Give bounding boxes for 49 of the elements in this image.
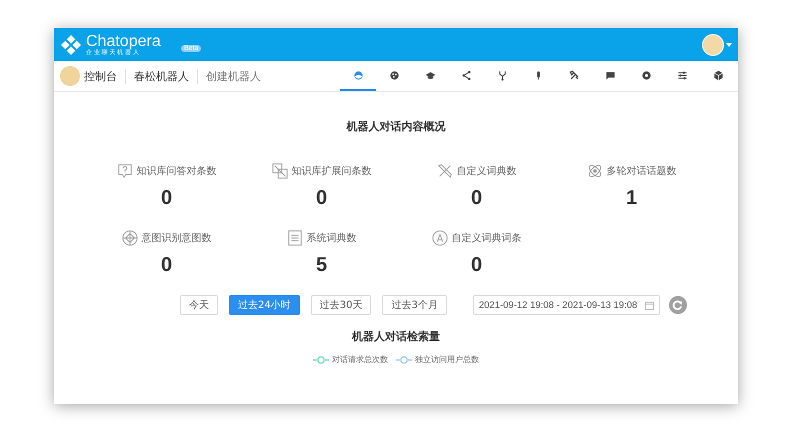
breadcrumb-item[interactable]: 春松机器人 bbox=[125, 68, 197, 84]
breadcrumb-item[interactable]: 创建机器人 bbox=[197, 68, 269, 84]
stat-label: 自定义词典词条 bbox=[452, 232, 522, 245]
stat-label: 意图识别意图数 bbox=[142, 232, 212, 245]
letter-circle-icon bbox=[432, 230, 448, 246]
logo-name: Chatopera bbox=[86, 34, 162, 50]
stat-value: 5 bbox=[316, 254, 328, 277]
circle-icon bbox=[640, 70, 652, 80]
breadcrumb-item[interactable]: 控制台 bbox=[84, 68, 125, 84]
document-icon bbox=[286, 230, 302, 246]
stat-label: 知识库问答对条数 bbox=[136, 164, 216, 178]
chat-icon bbox=[604, 70, 616, 80]
user-avatar[interactable] bbox=[702, 34, 724, 56]
bot-avatar bbox=[60, 66, 80, 86]
caret-icon[interactable] bbox=[726, 42, 732, 46]
expand-squares-icon bbox=[272, 163, 288, 179]
stat-value: 1 bbox=[626, 187, 638, 210]
legend-label: 独立访问用户总数 bbox=[415, 354, 479, 365]
share-icon bbox=[460, 70, 472, 80]
stat-value: 0 bbox=[470, 254, 482, 277]
chart-title: 机器人对话检索量 bbox=[350, 329, 441, 344]
target-icon bbox=[122, 230, 138, 246]
refresh-button[interactable] bbox=[668, 296, 687, 314]
section-title: 机器人对话内容概况 bbox=[345, 119, 446, 134]
cube-icon bbox=[712, 70, 724, 80]
legend-label: 对话请求总次数 bbox=[332, 354, 388, 365]
logo-icon bbox=[60, 34, 82, 56]
fork-icon bbox=[496, 70, 508, 80]
stat-value: 0 bbox=[160, 187, 172, 210]
calendar-icon bbox=[644, 300, 654, 310]
range-button[interactable]: 过去3个月 bbox=[382, 295, 447, 315]
range-button[interactable]: 过去30天 bbox=[310, 295, 372, 315]
question-bubble-icon bbox=[116, 163, 132, 179]
stat-value: 0 bbox=[470, 187, 482, 210]
stat-value: 0 bbox=[316, 187, 328, 210]
date-range-field[interactable]: 2021-09-12 19:08 - 2021-09-13 19:08 bbox=[472, 295, 660, 315]
atom-icon bbox=[586, 163, 602, 179]
tools-icon bbox=[568, 70, 580, 80]
stat-value: 0 bbox=[160, 254, 172, 277]
sliders-icon bbox=[676, 70, 688, 80]
range-button[interactable]: 今天 bbox=[180, 295, 218, 315]
graduation-cap-icon bbox=[424, 70, 436, 80]
stat-label: 知识库扩展问条数 bbox=[292, 164, 372, 178]
stat-label: 系统词典数 bbox=[306, 232, 356, 245]
stat-label: 多轮对话话题数 bbox=[606, 164, 676, 178]
stat-label: 自定义词典数 bbox=[456, 164, 516, 178]
dashboard-icon bbox=[352, 70, 364, 80]
palette-icon bbox=[388, 70, 400, 80]
refresh-icon bbox=[672, 300, 684, 310]
